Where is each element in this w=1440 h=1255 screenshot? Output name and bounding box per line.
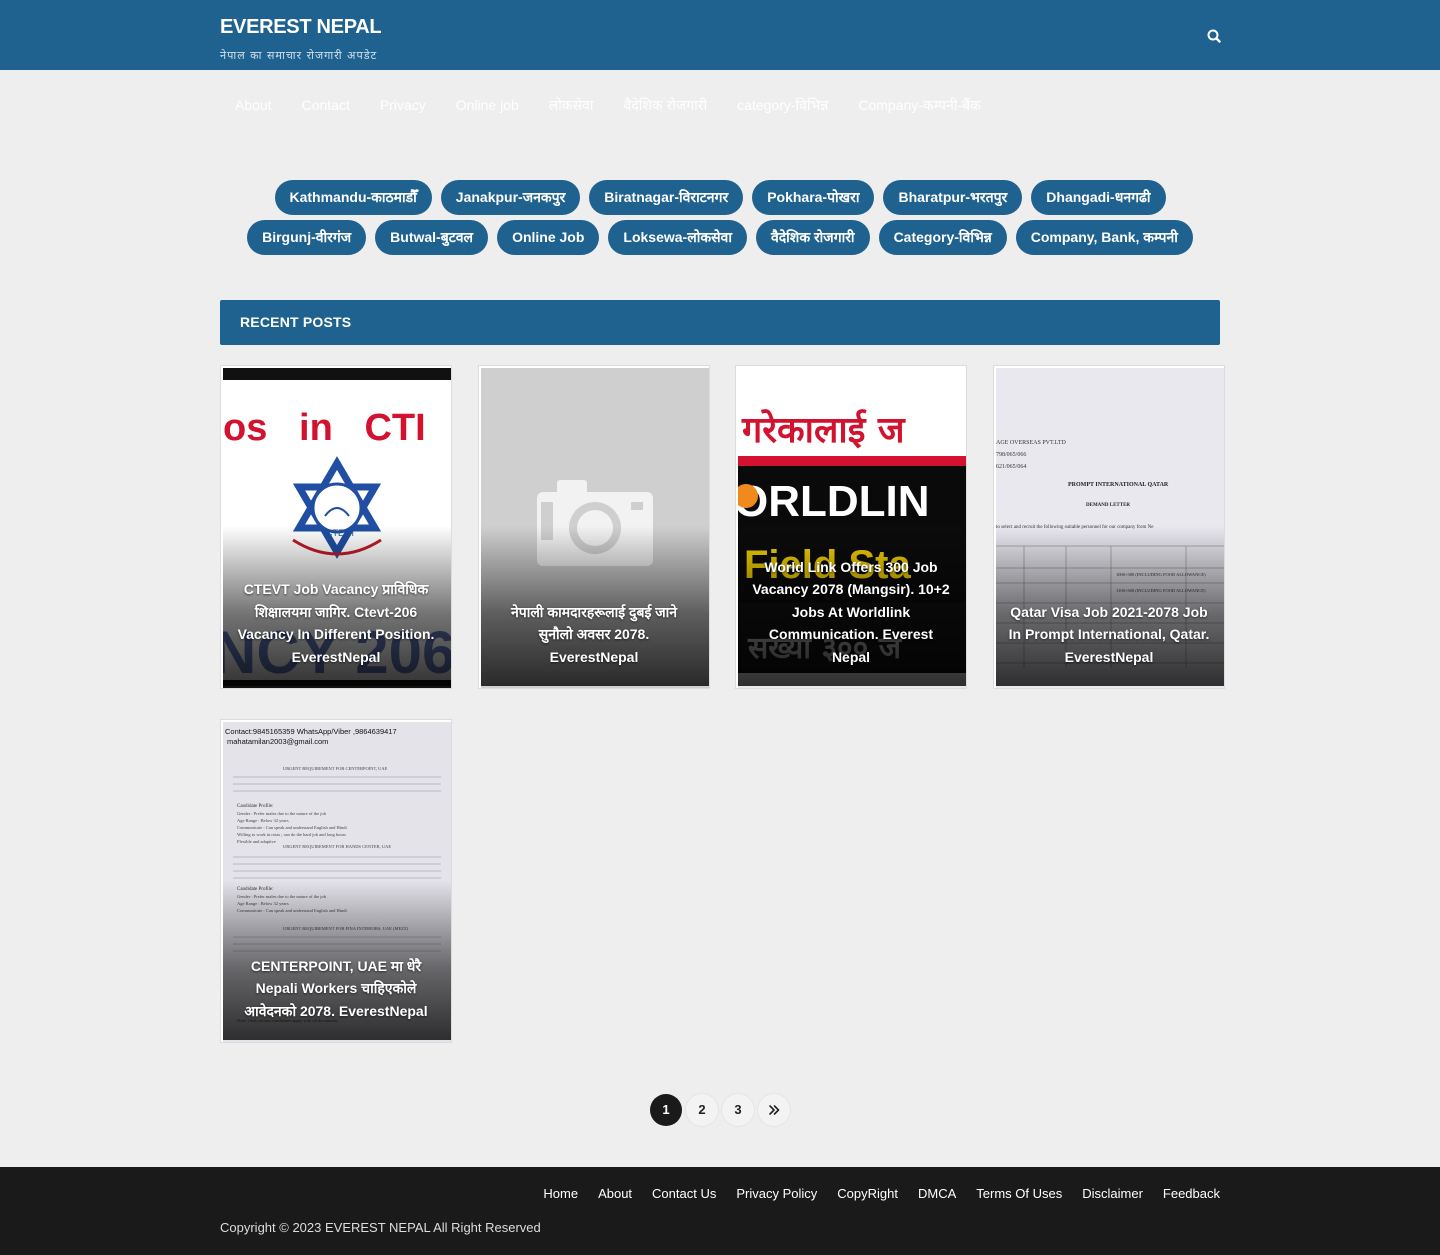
menu-item-foreign-employment[interactable]: वैदेशिक रोजगारी [609,94,723,116]
pagination-page-1[interactable]: 1 [650,1094,682,1126]
category-pill-birgunj[interactable]: Birgunj-वीरगंज [247,220,367,255]
svg-text:os in CTI: os in CTI [223,407,426,449]
footer-link-privacy-policy[interactable]: Privacy Policy [736,1186,817,1201]
footer-link-terms[interactable]: Terms Of Uses [976,1186,1062,1201]
site-footer: Home About Contact Us Privacy Policy Cop… [0,1167,1440,1255]
category-pills: Kathmandu-काठमाडौँ Janakpur-जनकपुर Birat… [220,180,1220,255]
pagination-page-3[interactable]: 3 [722,1094,754,1126]
pagination-page-2[interactable]: 2 [686,1094,718,1126]
recent-posts-title: RECENT POSTS [240,314,352,330]
svg-text:Age Range : Below 32 years: Age Range : Below 32 years [237,818,289,823]
post-card[interactable]: नेपाली कामदारहरूलाई दुबई जाने सुनौलो अवस… [478,365,710,689]
category-pill-janakpur[interactable]: Janakpur-जनकपुर [440,180,581,215]
post-card[interactable]: AGE OVERSEAS PVT.LTD 798/065/066 621/065… [993,365,1225,689]
category-pill-pokhara[interactable]: Pokhara-पोखरा [752,180,875,215]
footer-links: Home About Contact Us Privacy Policy Cop… [543,1186,1220,1201]
footer-link-feedback[interactable]: Feedback [1163,1186,1220,1201]
category-pill-bharatpur[interactable]: Bharatpur-भरतपुर [883,180,1023,215]
svg-text:Flexible and adaptive: Flexible and adaptive [237,839,276,844]
footer-link-contact-us[interactable]: Contact Us [652,1186,716,1201]
category-pill-online-job[interactable]: Online Job [497,220,600,255]
menu-item-contact[interactable]: Contact [287,94,365,116]
double-chevron-right-icon [769,1105,780,1115]
menu-item-privacy[interactable]: Privacy [365,94,441,116]
svg-text:mahatamilan2003@gmail.com: mahatamilan2003@gmail.com [227,737,328,746]
main-menu: About Contact Privacy Online job लोकसेवा… [220,94,996,116]
svg-text:PROMPT INTERNATIONAL QATAR: PROMPT INTERNATIONAL QATAR [1068,482,1169,488]
menu-item-category[interactable]: category-विभिन्न [722,94,843,116]
copyright-text: Copyright © 2023 EVEREST NEPAL All Right… [220,1220,541,1235]
svg-text:DEMAND LETTER: DEMAND LETTER [1086,503,1130,508]
footer-link-about[interactable]: About [598,1186,632,1201]
svg-text:ORLDLIN: ORLDLIN [738,477,930,526]
pagination-next-button[interactable] [758,1094,790,1126]
category-pill-foreign-employment[interactable]: वैदेशिक रोजगारी [755,220,870,255]
menu-item-about[interactable]: About [220,94,287,116]
svg-text:Willing to work in rotas ; can: Willing to work in rotas ; can do the ha… [237,832,346,837]
svg-text:Candidate Profile:: Candidate Profile: [237,804,274,809]
category-pill-butwal[interactable]: Butwal-बुटवल [375,220,489,255]
menu-item-online-job[interactable]: Online job [441,94,534,116]
category-pill-category[interactable]: Category-विभिन्न [878,220,1007,255]
site-header: EVEREST NEPAL नेपाल का समाचार रोजगारी अप… [0,0,1440,70]
footer-link-dmca[interactable]: DMCA [918,1186,956,1201]
svg-text:गरेकालाई ज: गरेकालाई ज [741,409,906,451]
footer-link-home[interactable]: Home [543,1186,578,1201]
category-pill-biratnagar[interactable]: Biratnagar-विराटनगर [589,180,744,215]
svg-text:Communicate : Can speak and un: Communicate : Can speak and understand E… [237,825,347,830]
category-pill-company-bank[interactable]: Company, Bank, कम्पनी [1015,220,1193,255]
footer-link-disclaimer[interactable]: Disclaimer [1082,1186,1143,1201]
svg-text:621/065/064: 621/065/064 [996,464,1026,470]
category-pill-dhangadi[interactable]: Dhangadi-धनगढी [1031,180,1166,215]
post-card[interactable]: गरेकालाई ज ORLDLIN Field Sta सख्या ३०० ज… [735,365,967,689]
svg-text:Gender : Prefer males due to t: Gender : Prefer males due to the nature … [237,811,327,816]
recent-posts-header: RECENT POSTS [220,300,1220,345]
post-title[interactable]: नेपाली कामदारहरूलाई दुबई जाने सुनौलो अवस… [493,601,695,669]
category-pill-kathmandu[interactable]: Kathmandu-काठमाडौँ [274,180,432,215]
post-title[interactable]: World Link Offers 300 Job Vacancy 2078 (… [750,556,952,669]
site-tagline: नेपाल का समाचार रोजगारी अपडेट [220,49,378,62]
post-card[interactable]: Contact:9845165359 WhatsApp/Viber ,98646… [220,719,452,1043]
site-title[interactable]: EVEREST NEPAL [220,16,382,39]
post-title[interactable]: CENTERPOINT, UAE मा धेरै Nepali Workers … [235,955,437,1023]
search-icon [1207,29,1221,43]
category-pill-loksewa[interactable]: Loksewa-लोकसेवा [608,220,747,255]
search-button[interactable] [1203,25,1225,47]
footer-link-copyright[interactable]: CopyRight [837,1186,898,1201]
svg-text:798/065/066: 798/065/066 [996,452,1026,458]
menu-item-loksewa[interactable]: लोकसेवा [534,94,609,116]
svg-text:AGE OVERSEAS PVT.LTD: AGE OVERSEAS PVT.LTD [996,440,1067,446]
menu-item-company[interactable]: Company-कम्पनी-बैंक [843,94,996,116]
post-title[interactable]: Qatar Visa Job 2021-2078 Job In Prompt I… [1008,601,1210,669]
post-card[interactable]: os in CTI CTEVT NCY 206 CTEVT Job Vacanc… [220,365,452,689]
post-title[interactable]: CTEVT Job Vacancy प्राविधिक शिक्षालयमा ज… [235,578,437,668]
svg-text:Contact:9845165359 WhatsApp/Vi: Contact:9845165359 WhatsApp/Viber ,98646… [225,727,397,736]
